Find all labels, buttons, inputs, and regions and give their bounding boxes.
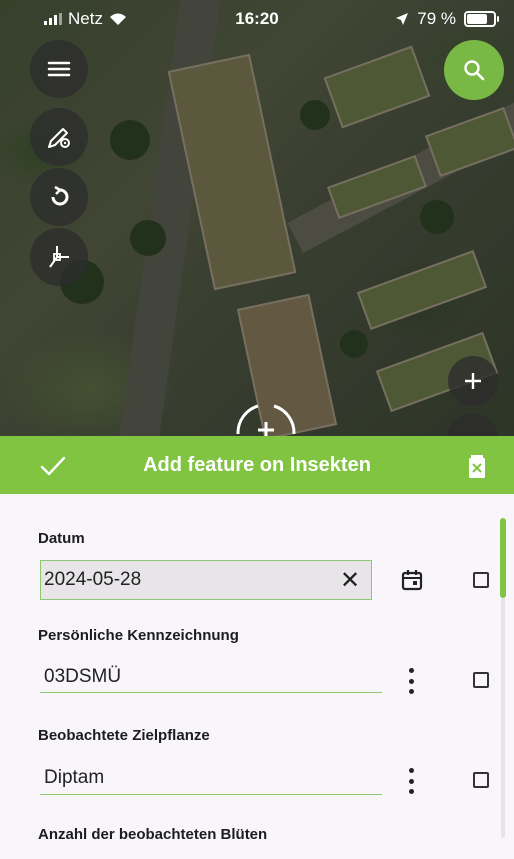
search-icon	[464, 60, 485, 81]
trash-icon[interactable]	[462, 451, 492, 481]
plus-icon	[465, 373, 481, 389]
kennzeichnung-more-icon[interactable]	[405, 668, 417, 694]
date-value: 2024-05-28	[44, 569, 142, 590]
battery-icon	[464, 11, 499, 27]
kennzeichnung-underline	[40, 692, 382, 693]
field-label-datum: Datum	[38, 530, 85, 547]
rotate-icon	[51, 185, 69, 206]
kennzeichnung-remember-checkbox[interactable]	[473, 672, 489, 688]
datum-remember-checkbox[interactable]	[473, 572, 489, 588]
battery-label: 79 %	[417, 9, 456, 28]
status-right: 79 %	[395, 9, 499, 29]
scroll-thumb[interactable]	[500, 518, 506, 598]
snapping-button[interactable]	[30, 228, 88, 286]
form-title: Add feature on Insekten	[143, 453, 371, 476]
digitize-settings-button[interactable]	[30, 108, 88, 166]
field-label-anzahl-blueten: Anzahl der beobachteten Blüten	[38, 826, 268, 843]
rotate-button[interactable]	[30, 168, 88, 226]
menu-icon	[47, 61, 71, 77]
pencil-gear-icon	[48, 128, 70, 148]
zielpflanze-remember-checkbox[interactable]	[473, 772, 489, 788]
location-arrow-icon	[396, 13, 409, 25]
kennzeichnung-value[interactable]: 03DSMÜ	[44, 666, 121, 688]
zielpflanze-underline	[40, 794, 382, 795]
zielpflanze-more-icon[interactable]	[405, 768, 417, 794]
zielpflanze-value[interactable]: Diptam	[44, 767, 104, 789]
check-icon[interactable]	[38, 451, 68, 481]
menu-button[interactable]	[30, 40, 88, 98]
form-header: Add feature on Insekten	[0, 436, 514, 494]
calendar-icon[interactable]	[400, 568, 424, 592]
clear-date-icon[interactable]: ✕	[340, 566, 360, 595]
field-label-zielpflanze: Beobachtete Zielpflanze	[38, 727, 210, 744]
vertex-icon	[49, 246, 69, 268]
field-label-kennzeichnung: Persönliche Kennzeichnung	[38, 627, 239, 644]
zoom-in-button[interactable]	[448, 356, 498, 406]
search-button[interactable]	[444, 40, 504, 100]
status-bar: Netz 16:20 79 %	[0, 0, 514, 36]
crosshair-icon	[236, 404, 296, 436]
scroll-track[interactable]	[501, 598, 505, 838]
